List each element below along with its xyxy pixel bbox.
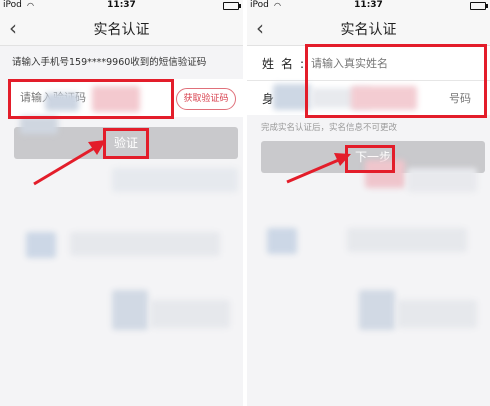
name-label: 姓名: [262, 57, 312, 71]
page-title: 实名认证 [340, 22, 397, 38]
battery-icon [470, 2, 488, 10]
redaction-blur [347, 228, 467, 252]
status-bar: iPod ◠ 11:37 [247, 0, 490, 11]
get-code-button[interactable]: 获取验证码 [176, 88, 236, 110]
redaction-blur [273, 84, 311, 110]
redaction-blur [70, 232, 220, 256]
nav-bar: ‹ 实名认证 [0, 11, 243, 46]
redaction-blur [351, 86, 417, 110]
redaction-blur [407, 168, 477, 192]
verification-code-screen: iPod ◠ 11:37 ‹ 实名认证 请输入手机号159****9960收到的… [0, 0, 243, 406]
redaction-blur [267, 228, 297, 254]
redaction-blur [112, 168, 238, 192]
clock: 11:37 [107, 0, 136, 10]
real-name-form-screen: iPod ◠ 11:37 ‹ 实名认证 姓名: 身 完成实名认证后，实名信息不可… [247, 0, 490, 406]
redaction-blur [92, 86, 140, 112]
real-name-input[interactable] [309, 56, 473, 71]
page-title: 实名认证 [93, 22, 150, 38]
redaction-blur [20, 116, 58, 134]
irreversible-notice-text: 完成实名认证后，实名信息不可更改 [261, 123, 398, 133]
redaction-blur [45, 93, 79, 111]
redaction-blur [112, 290, 148, 330]
redaction-blur [359, 290, 395, 330]
status-bar: iPod ◠ 11:37 [0, 0, 243, 11]
clock: 11:37 [354, 0, 383, 10]
redaction-blur [150, 300, 230, 328]
redaction-blur [365, 160, 405, 188]
sms-instruction-text: 请输入手机号159****9960收到的短信验证码 [12, 57, 207, 68]
redaction-blur [397, 300, 477, 328]
name-row: 姓名: [247, 46, 490, 81]
battery-icon [223, 2, 241, 10]
redaction-blur [26, 232, 56, 258]
nav-bar: ‹ 实名认证 [247, 11, 490, 46]
